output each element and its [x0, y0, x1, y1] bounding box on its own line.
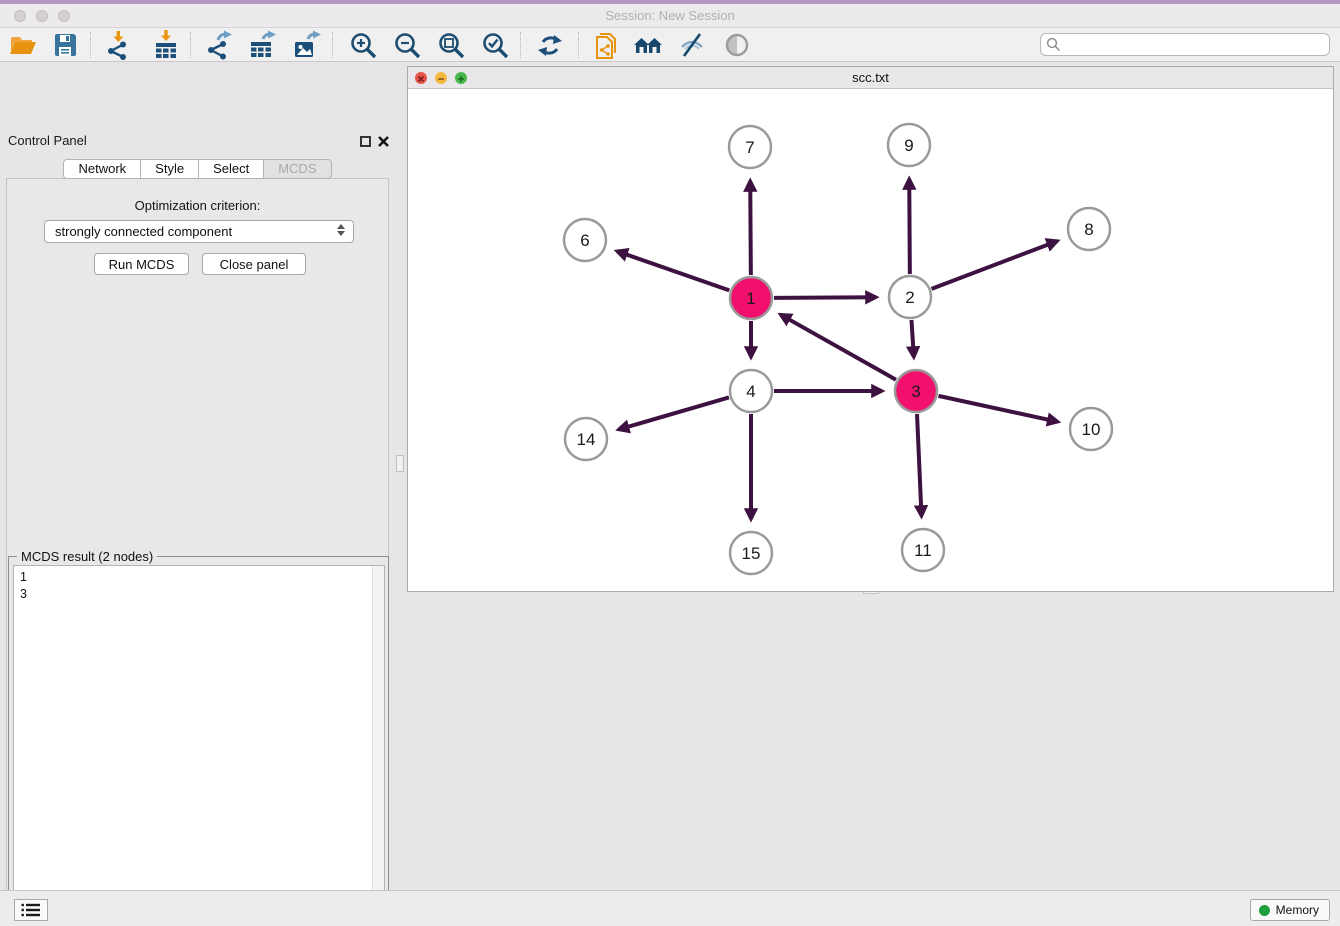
network-maximize-button[interactable]: [455, 72, 467, 84]
clone-network-document-icon[interactable]: [591, 30, 621, 60]
result-line: 3: [14, 586, 384, 603]
network-minimize-button[interactable]: [435, 72, 447, 84]
control-panel-tabs: Network Style Select MCDS: [0, 159, 395, 179]
zoom-selected-icon[interactable]: [480, 30, 510, 60]
home-views-icon[interactable]: [633, 30, 663, 60]
task-history-button[interactable]: [14, 899, 48, 921]
edge-1-7[interactable]: [750, 181, 751, 275]
zoom-out-icon[interactable]: [392, 30, 422, 60]
table-panel: Table Panel: [407, 596, 1334, 886]
main-toolbar: [0, 28, 1340, 62]
toolbar-separator: [90, 32, 91, 58]
edge-3-11[interactable]: [917, 414, 921, 516]
toolbar-separator: [332, 32, 333, 58]
graph-node-label: 9: [904, 136, 913, 155]
graph-node-label: 14: [577, 430, 596, 449]
memory-label: Memory: [1276, 903, 1319, 917]
status-bar: Memory: [0, 890, 1340, 926]
run-mcds-button[interactable]: Run MCDS: [94, 253, 189, 275]
hide-eye-icon[interactable]: [677, 30, 707, 60]
result-line: 1: [14, 566, 384, 586]
search-field: [1040, 33, 1330, 56]
edges-layer: [617, 179, 1058, 519]
edge-3-1[interactable]: [781, 315, 896, 380]
window-title: Session: New Session: [0, 4, 1340, 28]
optimization-criterion-label: Optimization criterion:: [0, 198, 395, 213]
export-table-icon[interactable]: [247, 30, 277, 60]
memory-button[interactable]: Memory: [1250, 899, 1330, 921]
mcds-result-text[interactable]: 1 3: [13, 565, 385, 926]
edge-2-3[interactable]: [911, 320, 913, 357]
network-view-window: scc.txt 1 2 3 4 6 7 8 9 10 11 14 15: [407, 66, 1334, 592]
graph-node-label: 4: [746, 382, 755, 401]
selected-option-label: strongly connected component: [55, 224, 232, 239]
graph-node-label: 11: [914, 541, 932, 560]
toolbar-separator: [520, 32, 521, 58]
show-eye-icon[interactable]: [722, 30, 752, 60]
close-panel-icon[interactable]: [377, 135, 390, 148]
control-panel-title: Control Panel: [8, 133, 87, 148]
graph-node-label: 6: [580, 231, 589, 250]
tab-network[interactable]: Network: [63, 159, 141, 179]
vertical-splitter-grip[interactable]: [396, 455, 404, 472]
control-panel: Control Panel Network Style Select MCDS …: [0, 62, 395, 890]
edge-2-8[interactable]: [932, 241, 1058, 289]
edge-3-10[interactable]: [938, 396, 1057, 422]
search-icon: [1046, 37, 1061, 52]
export-network-icon[interactable]: [204, 30, 234, 60]
memory-status-icon: [1259, 905, 1270, 916]
mac-minimize-button[interactable]: [36, 10, 48, 22]
graph-node-label: 10: [1082, 420, 1101, 439]
edge-2-9[interactable]: [909, 179, 910, 274]
search-input[interactable]: [1040, 33, 1330, 56]
float-panel-icon[interactable]: [360, 136, 371, 147]
mac-zoom-button[interactable]: [58, 10, 70, 22]
network-window-title: scc.txt: [408, 67, 1333, 89]
graph-node-label: 8: [1084, 220, 1093, 239]
optimization-criterion-select[interactable]: strongly connected component: [44, 220, 354, 243]
mac-close-button[interactable]: [14, 10, 26, 22]
edge-4-14[interactable]: [619, 397, 729, 429]
network-canvas[interactable]: 1 2 3 4 6 7 8 9 10 11 14 15: [408, 89, 1333, 591]
mcds-result-group: MCDS result (2 nodes) 1 3: [8, 556, 389, 926]
edge-1-2[interactable]: [774, 297, 876, 298]
save-icon[interactable]: [50, 30, 80, 60]
macos-titlebar: Session: New Session: [0, 4, 1340, 28]
zoom-fit-icon[interactable]: [436, 30, 466, 60]
graph-node-label: 3: [911, 382, 920, 401]
import-network-icon[interactable]: [104, 30, 134, 60]
graph-node-label: 1: [746, 289, 755, 308]
export-image-icon[interactable]: [291, 30, 321, 60]
select-stepper-icon: [337, 224, 345, 236]
tab-style[interactable]: Style: [141, 159, 199, 179]
tab-select[interactable]: Select: [199, 159, 264, 179]
graph-node-label: 7: [745, 138, 754, 157]
graph-node-label: 2: [905, 288, 914, 307]
mcds-result-title: MCDS result (2 nodes): [17, 549, 157, 564]
result-scrollbar[interactable]: [372, 566, 384, 926]
refresh-layout-icon[interactable]: [535, 30, 565, 60]
import-table-icon[interactable]: [151, 30, 181, 60]
tab-mcds[interactable]: MCDS: [264, 159, 331, 179]
zoom-in-icon[interactable]: [348, 30, 378, 60]
graph-node-label: 15: [742, 544, 761, 563]
network-close-button[interactable]: [415, 72, 427, 84]
edge-1-6[interactable]: [617, 251, 729, 290]
network-window-titlebar[interactable]: scc.txt: [408, 67, 1333, 89]
toolbar-separator: [578, 32, 579, 58]
list-icon: [21, 902, 41, 918]
open-folder-icon[interactable]: [8, 30, 38, 60]
close-panel-button[interactable]: Close panel: [202, 253, 306, 275]
toolbar-separator: [190, 32, 191, 58]
